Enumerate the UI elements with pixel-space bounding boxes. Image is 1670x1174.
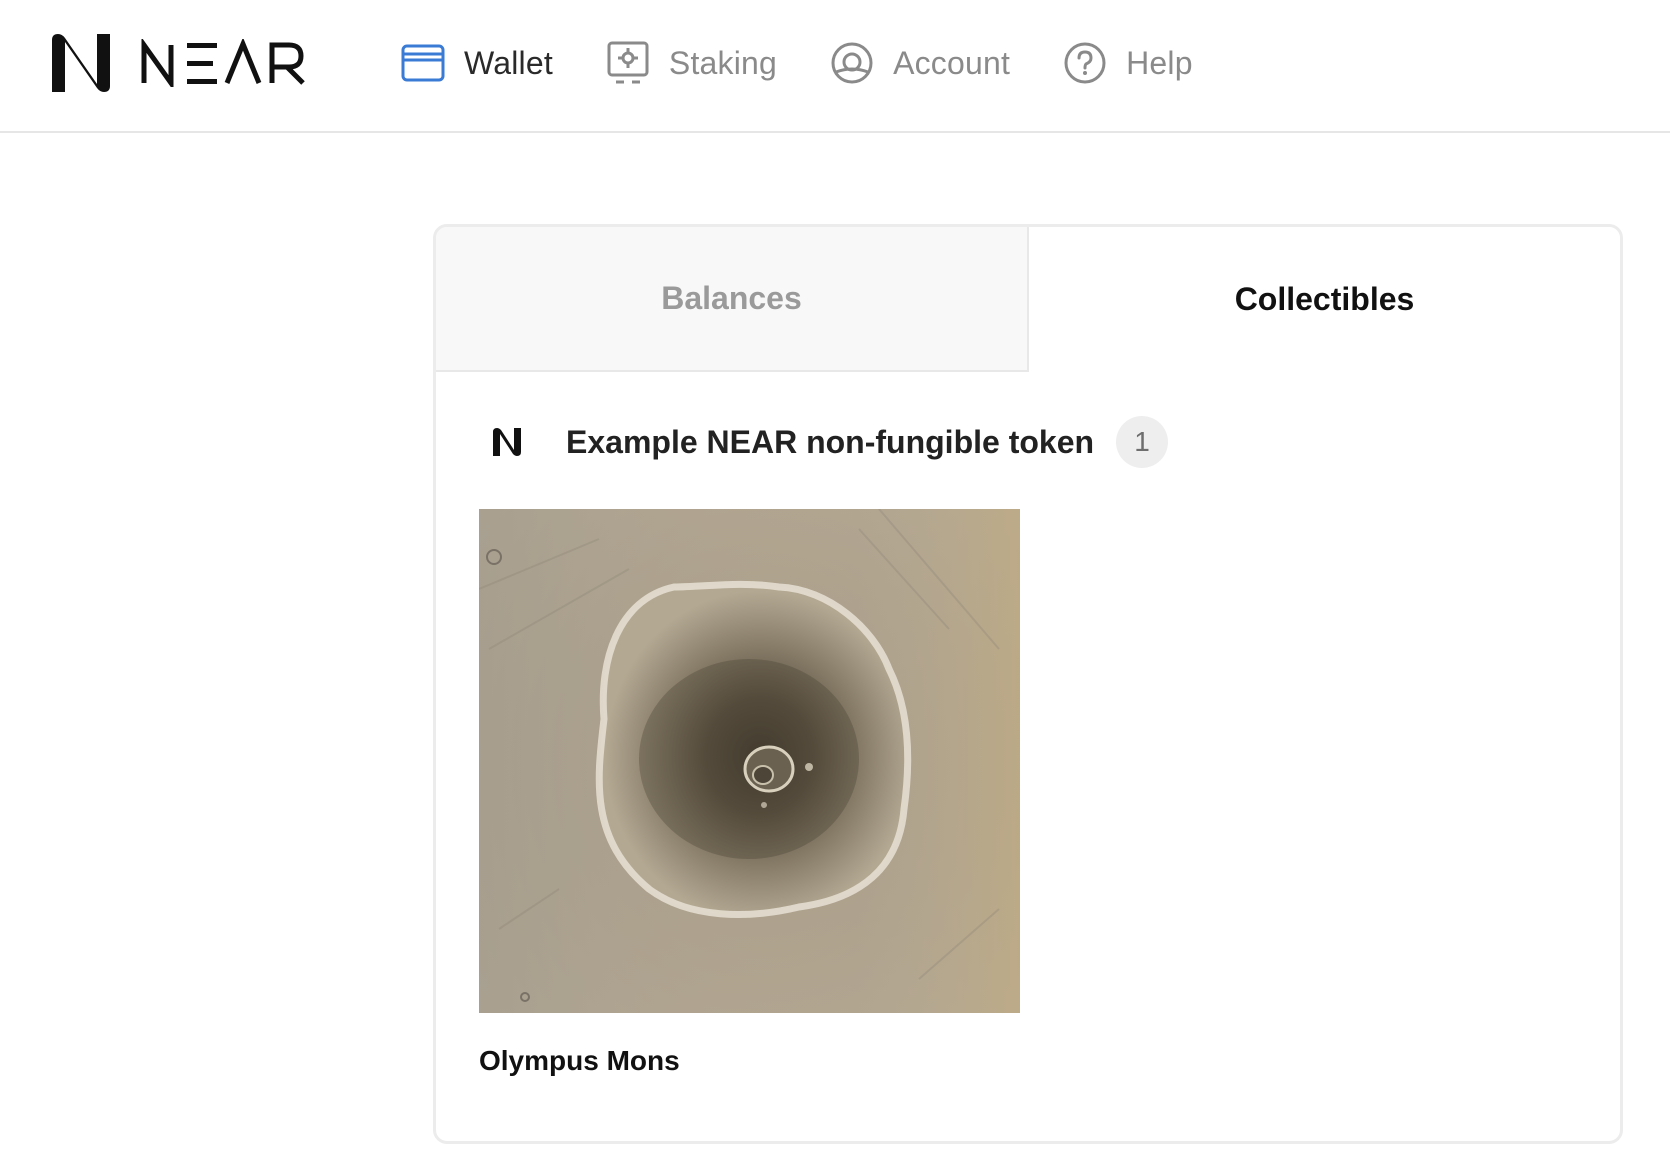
near-logo-icon [52, 34, 110, 92]
olympus-mons-image[interactable] [479, 509, 1020, 1013]
top-navigation-bar: Wallet Staking Account Help [0, 0, 1670, 133]
nav-item-help[interactable]: Help [1062, 32, 1193, 94]
near-wordmark [141, 39, 305, 87]
near-logo-icon [493, 428, 521, 456]
collection-title: Example NEAR non-fungible token [566, 423, 1095, 460]
nav-label-help: Help [1126, 44, 1193, 81]
staking-icon [607, 41, 649, 84]
nav-label-account: Account [893, 44, 1011, 81]
account-icon [831, 42, 873, 84]
help-icon [1064, 42, 1106, 84]
nav-item-wallet[interactable]: Wallet [400, 32, 553, 94]
tab-collectibles[interactable]: Collectibles [1029, 227, 1620, 372]
asset-tabs: Balances Collectibles [436, 227, 1620, 372]
near-logo[interactable] [46, 28, 306, 98]
collection-count-badge: 1 [1116, 416, 1169, 468]
main-nav: Wallet Staking Account Help [400, 32, 1245, 94]
wallet-icon [401, 44, 445, 82]
nav-label-wallet: Wallet [464, 44, 553, 81]
nav-item-staking[interactable]: Staking [605, 32, 777, 94]
collection-header: Example NEAR non-fungible token 1 [490, 414, 1169, 470]
nav-label-staking: Staking [668, 44, 778, 81]
assets-card: Balances Collectibles Example NEAR non-f… [433, 224, 1623, 1144]
tab-balances[interactable]: Balances [436, 227, 1029, 372]
nft-name[interactable]: Olympus Mons [479, 1045, 680, 1077]
nav-item-account[interactable]: Account [829, 32, 1010, 94]
